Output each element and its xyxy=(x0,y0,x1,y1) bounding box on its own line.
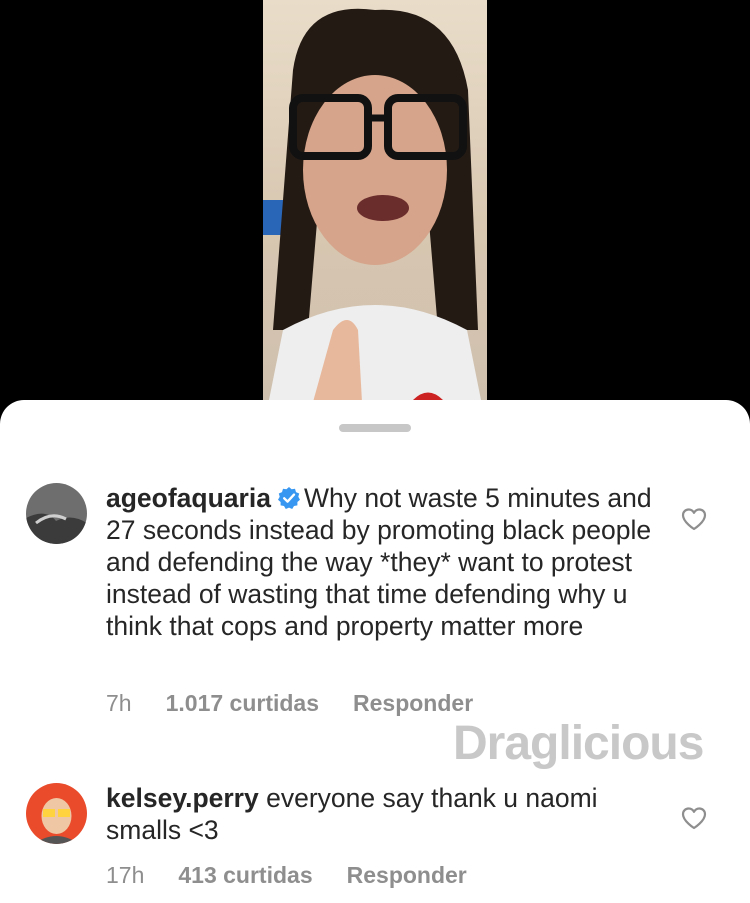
reply-button[interactable]: Responder xyxy=(347,862,467,889)
video-area[interactable] xyxy=(0,0,750,430)
avatar[interactable] xyxy=(26,483,87,544)
avatar-image xyxy=(26,783,87,844)
comment-meta: 7h 1.017 curtidas Responder xyxy=(106,690,473,717)
comment-likes-count[interactable]: 1.017 curtidas xyxy=(166,690,319,717)
video-frame[interactable] xyxy=(263,0,487,430)
avatar[interactable] xyxy=(26,783,87,844)
comment-timestamp: 7h xyxy=(106,690,132,716)
avatar-image xyxy=(26,483,87,544)
comment-text-block: ageofaquaria Why not waste 5 minutes and … xyxy=(106,482,666,642)
comment-timestamp: 17h xyxy=(106,862,145,888)
reply-button[interactable]: Responder xyxy=(353,690,473,717)
sheet-grabber-handle[interactable] xyxy=(339,424,411,432)
comment-username[interactable]: kelsey.perry xyxy=(106,783,259,813)
comment-text-block: kelsey.perry everyone say thank u naomi … xyxy=(106,782,666,846)
comment-likes-count[interactable]: 413 curtidas xyxy=(178,862,312,889)
verified-badge-icon xyxy=(277,487,300,509)
comments-sheet[interactable]: ageofaquaria Why not waste 5 minutes and … xyxy=(0,400,750,903)
comment-meta: 17h 413 curtidas Responder xyxy=(106,862,467,889)
heart-outline-icon[interactable] xyxy=(681,507,707,531)
heart-outline-icon[interactable] xyxy=(681,806,707,830)
watermark-logo: Draglicious xyxy=(453,717,704,770)
person-video-image xyxy=(263,8,487,430)
comment-username[interactable]: ageofaquaria xyxy=(106,483,271,513)
